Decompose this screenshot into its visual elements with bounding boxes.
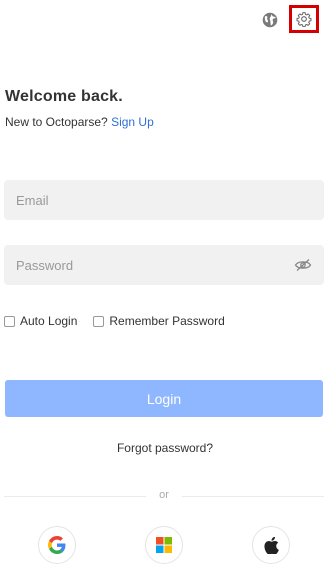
or-divider: or <box>4 489 324 501</box>
divider-line-left <box>4 496 146 497</box>
remember-password-checkbox[interactable] <box>93 315 105 327</box>
auto-login-option[interactable]: Auto Login <box>4 314 77 328</box>
password-visibility-toggle[interactable] <box>294 258 312 272</box>
apple-icon <box>263 536 279 554</box>
remember-password-label: Remember Password <box>109 314 225 328</box>
password-field[interactable] <box>4 245 324 285</box>
globe-icon <box>262 12 278 28</box>
divider-line-right <box>182 496 324 497</box>
password-input[interactable] <box>16 257 288 273</box>
signup-prompt-text: New to Octoparse? <box>5 115 108 129</box>
email-field[interactable] <box>4 180 324 220</box>
divider-label: or <box>159 489 169 501</box>
microsoft-login-button[interactable] <box>145 526 183 564</box>
eye-slash-icon <box>294 259 312 271</box>
language-button[interactable] <box>262 12 278 28</box>
welcome-heading: Welcome back. <box>5 88 123 105</box>
login-options: Auto Login Remember Password <box>4 314 225 328</box>
auto-login-label: Auto Login <box>20 314 78 328</box>
signup-link[interactable]: Sign Up <box>111 115 154 129</box>
remember-password-option[interactable]: Remember Password <box>93 314 225 328</box>
signup-prompt: New to Octoparse? Sign Up <box>5 115 154 129</box>
forgot-password-link[interactable]: Forgot password? <box>0 441 330 455</box>
google-login-button[interactable] <box>38 526 76 564</box>
email-input[interactable] <box>16 192 312 208</box>
auto-login-checkbox[interactable] <box>4 315 15 327</box>
google-icon <box>48 536 66 554</box>
login-button[interactable]: Login <box>5 380 323 417</box>
gear-icon <box>296 12 312 27</box>
apple-login-button[interactable] <box>252 526 290 564</box>
settings-button[interactable] <box>289 5 319 33</box>
microsoft-icon <box>156 537 172 553</box>
